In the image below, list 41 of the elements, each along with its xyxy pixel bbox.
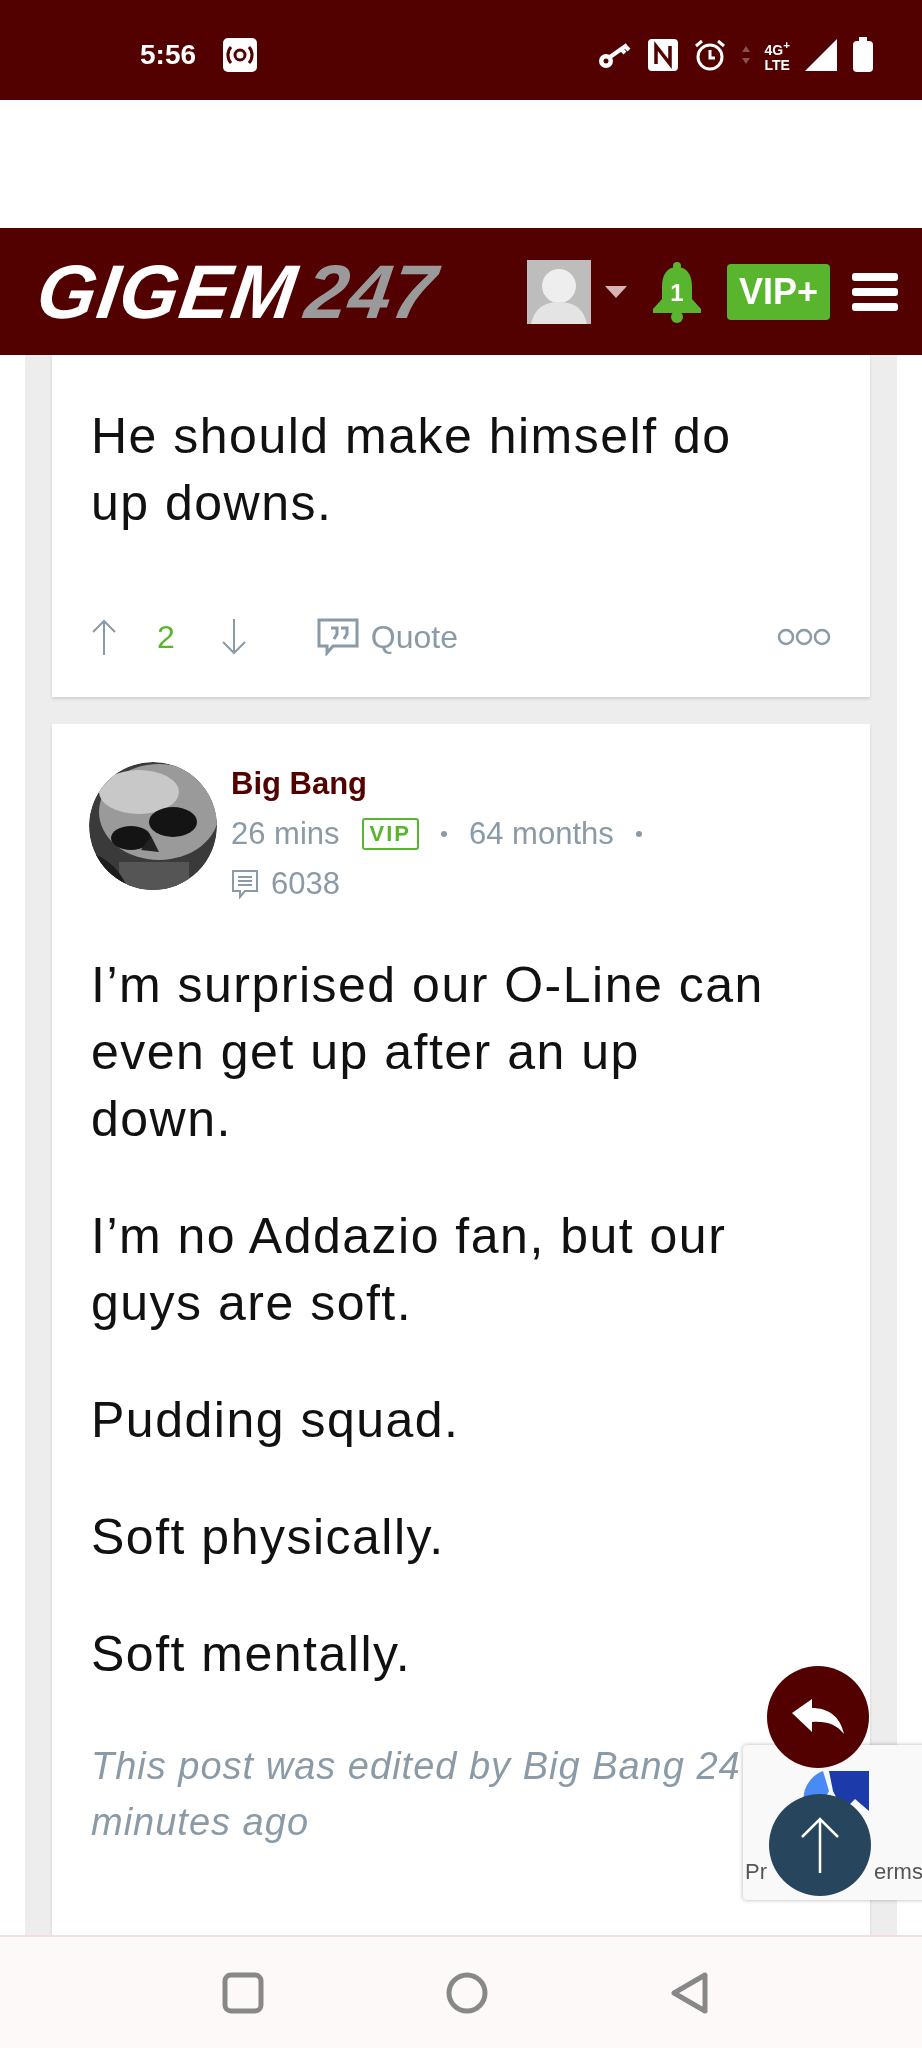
post-text: Soft mentally. bbox=[91, 1625, 413, 1684]
nfc-icon bbox=[646, 38, 679, 72]
separator-dot bbox=[635, 831, 642, 837]
arrow-up-icon bbox=[800, 1817, 840, 1873]
recaptcha-link[interactable]: Pr bbox=[745, 1859, 767, 1885]
logo-wordmark: GIGEM bbox=[32, 253, 303, 330]
network-type: LTE bbox=[764, 57, 790, 74]
post-text: Pudding squad. bbox=[91, 1391, 461, 1450]
avatar-icon[interactable] bbox=[526, 259, 591, 324]
bell-icon bbox=[650, 260, 703, 323]
reply-icon bbox=[792, 1699, 844, 1735]
recents-icon[interactable] bbox=[222, 1971, 264, 2014]
edited-note: This post was edited by Big Bang 24 minutes ago bbox=[91, 1744, 742, 1845]
recaptcha-link[interactable]: erms bbox=[874, 1859, 922, 1885]
data-arrows-icon bbox=[740, 44, 751, 66]
more-icon[interactable] bbox=[777, 628, 831, 646]
author-name[interactable]: Big Bang bbox=[231, 762, 642, 802]
caret-icon[interactable] bbox=[604, 285, 627, 298]
post-time: 26 mins bbox=[231, 816, 340, 852]
home-icon[interactable] bbox=[446, 1971, 488, 2014]
downvote-icon[interactable] bbox=[220, 619, 247, 655]
back-icon[interactable] bbox=[670, 1970, 710, 2015]
quote-icon bbox=[316, 618, 359, 656]
comment-icon bbox=[231, 869, 259, 899]
member-tenure: 64 months bbox=[469, 816, 614, 852]
post-text: I’m surprised our O-Line can even get up after an up down. bbox=[91, 956, 765, 1149]
vip-badge: VIP bbox=[361, 818, 419, 850]
upvote-icon[interactable] bbox=[91, 619, 117, 655]
signal-icon bbox=[804, 38, 838, 72]
post-text: I’m no Addazio fan, but our guys are soft. bbox=[91, 1207, 728, 1333]
clock-time: 5:56 bbox=[140, 39, 197, 71]
screen-record-icon bbox=[222, 37, 259, 73]
post-count: 6038 bbox=[271, 866, 340, 902]
vote-count: 2 bbox=[157, 618, 175, 656]
battery-icon bbox=[852, 37, 874, 73]
alarm-icon bbox=[692, 38, 727, 72]
post-text: He should make himself do up downs. bbox=[91, 407, 733, 533]
network-type: 4G$^{+}$ bbox=[764, 36, 790, 58]
post-text: Soft physically. bbox=[91, 1508, 446, 1567]
logo-number: 247 bbox=[301, 253, 442, 330]
separator-dot bbox=[441, 831, 447, 837]
